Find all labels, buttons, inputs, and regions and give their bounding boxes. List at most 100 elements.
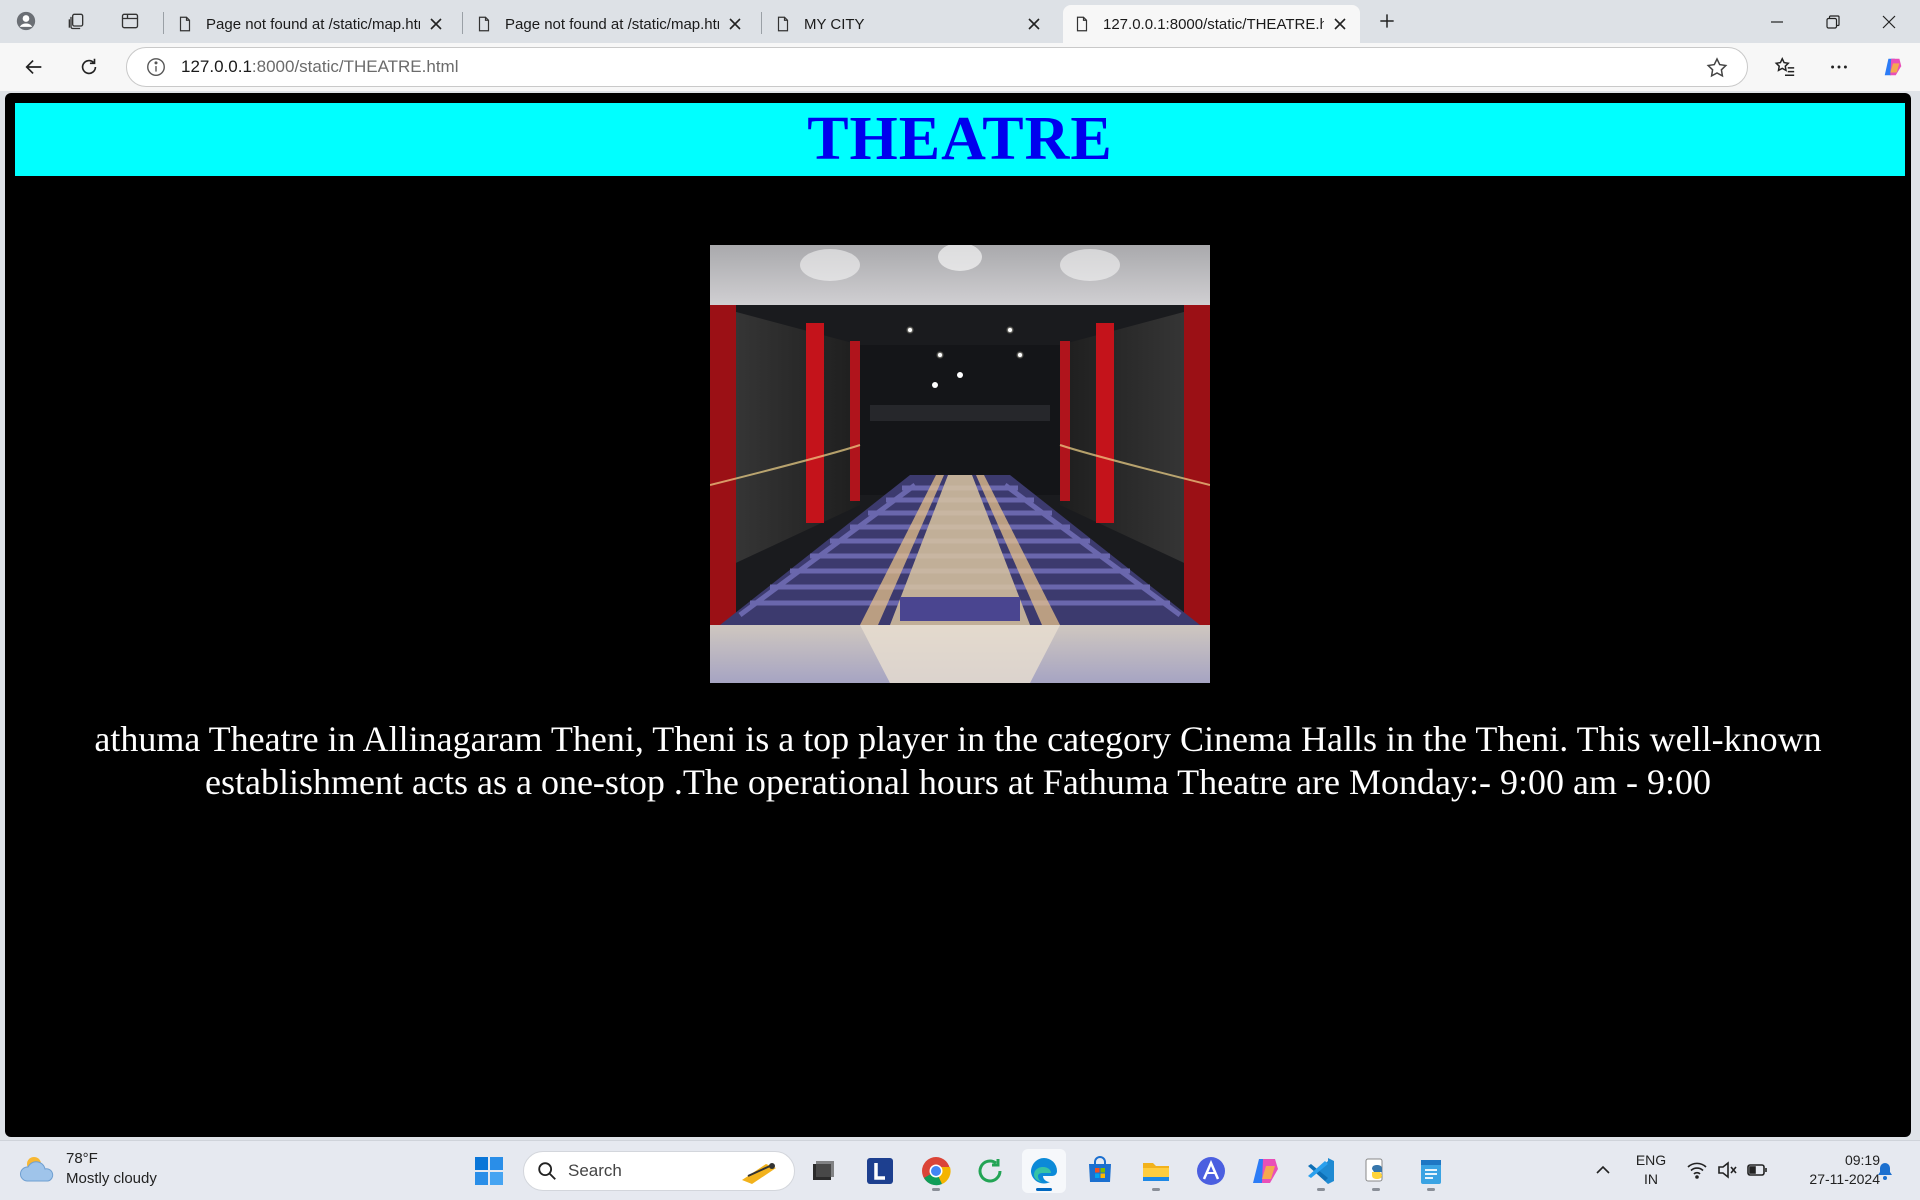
taskbar-app-store[interactable] <box>1078 1149 1122 1193</box>
heading-banner: THEATRE <box>15 103 1905 176</box>
page-icon <box>179 16 191 32</box>
search-label: Search <box>568 1161 622 1180</box>
edge-icon <box>1031 1158 1057 1184</box>
start-button[interactable] <box>467 1149 511 1193</box>
file-explorer-icon <box>1143 1163 1169 1181</box>
restore-icon <box>1826 14 1840 29</box>
tab-page-not-found-1[interactable]: Page not found at /static/map.htm <box>166 5 456 43</box>
tab-actions-button[interactable] <box>114 6 146 36</box>
cloudy-weather-icon <box>20 1157 54 1182</box>
copilot-button[interactable] <box>1875 49 1911 85</box>
new-tab-button[interactable] <box>1371 6 1403 36</box>
taskbar: 78°F Mostly cloudy Search ENG IN 09:19 2… <box>0 1140 1920 1200</box>
tab-my-city[interactable]: MY CITY <box>764 5 1054 43</box>
copilot-icon <box>1253 1159 1278 1183</box>
more-dots-icon <box>1831 65 1847 69</box>
tab-close-button[interactable] <box>426 14 446 34</box>
url-path: :8000/static/THEATRE.html <box>251 57 459 76</box>
language-indicator[interactable]: ENG IN <box>1628 1151 1674 1189</box>
close-icon <box>430 18 442 30</box>
profile-icon <box>16 11 36 31</box>
language-line1: ENG <box>1635 1152 1667 1168</box>
tab-separator <box>761 12 762 34</box>
running-indicator <box>1372 1188 1380 1191</box>
weather-temp: 78°F <box>66 1150 98 1167</box>
theatre-description: athuma Theatre in Allinagaram Theni, The… <box>94 719 1822 802</box>
taskbar-app-vscode[interactable] <box>1299 1149 1343 1193</box>
workspaces-icon <box>68 13 84 30</box>
taskbar-app-python[interactable] <box>1354 1149 1398 1193</box>
store-icon <box>1089 1156 1111 1182</box>
show-hidden-icons-chevron-icon[interactable] <box>1592 1159 1614 1181</box>
tab-title: Page not found at /static/map.htm <box>505 15 719 33</box>
page-title: THEATRE <box>807 105 1113 173</box>
browser-toolbar: 127.0.0.1:8000/static/THEATRE.html <box>0 43 1920 91</box>
back-button[interactable] <box>16 49 52 85</box>
speaker-muted-icon[interactable] <box>1716 1159 1738 1181</box>
file-manager-icon <box>813 1161 834 1180</box>
url-host: 127.0.0.1 <box>181 57 252 76</box>
clock-time: 09:19 <box>1844 1152 1880 1168</box>
taskbar-app-affinity[interactable] <box>1189 1149 1233 1193</box>
refresh-app-icon <box>978 1159 1002 1183</box>
info-icon[interactable] <box>145 56 167 78</box>
tab-title: MY CITY <box>804 15 865 33</box>
tab-close-button[interactable] <box>1330 14 1350 34</box>
notepad-icon <box>1421 1160 1441 1184</box>
python-icon <box>1365 1158 1383 1182</box>
restore-button[interactable] <box>1805 0 1861 43</box>
more-options-button[interactable] <box>1821 49 1857 85</box>
url-text[interactable]: 127.0.0.1:8000/static/THEATRE.html <box>181 57 459 77</box>
tab-title: 127.0.0.1:8000/static/THEATRE.htm <box>1103 15 1324 33</box>
chrome-icon <box>922 1157 951 1186</box>
theatre-image <box>710 245 1210 683</box>
affinity-icon <box>1197 1157 1225 1185</box>
tab-close-button[interactable] <box>725 14 745 34</box>
wifi-icon[interactable] <box>1686 1159 1708 1181</box>
taskbar-app-l[interactable] <box>858 1149 902 1193</box>
favorites-icon <box>1774 57 1795 76</box>
minimize-icon <box>1771 20 1783 23</box>
running-indicator <box>1317 1188 1325 1191</box>
notification-bell-icon[interactable] <box>1874 1160 1896 1182</box>
close-icon <box>1334 18 1346 30</box>
search-highlight-icon <box>742 1163 776 1184</box>
search-icon <box>538 1162 556 1180</box>
taskbar-app-notepad[interactable] <box>1409 1149 1453 1193</box>
taskbar-app-edge[interactable] <box>1022 1149 1066 1193</box>
weather-widget[interactable]: 78°F Mostly cloudy <box>18 1149 157 1189</box>
copilot-icon <box>1884 58 1902 76</box>
page-icon <box>478 16 490 32</box>
weather-condition: Mostly cloudy <box>66 1170 157 1187</box>
favorite-star-icon[interactable] <box>1705 56 1729 80</box>
battery-icon[interactable] <box>1746 1159 1768 1181</box>
tab-title: Page not found at /static/map.htm <box>206 15 420 33</box>
weather-text: 78°F Mostly cloudy <box>66 1149 157 1189</box>
taskbar-app-files[interactable] <box>801 1149 845 1193</box>
taskbar-search[interactable]: Search <box>523 1151 795 1191</box>
favorites-button[interactable] <box>1767 49 1803 85</box>
close-window-button[interactable] <box>1861 0 1917 43</box>
running-indicator <box>932 1188 940 1191</box>
tab-page-not-found-2[interactable]: Page not found at /static/map.htm <box>465 5 755 43</box>
address-bar[interactable]: 127.0.0.1:8000/static/THEATRE.html <box>126 47 1748 87</box>
tab-separator <box>163 12 164 34</box>
tab-close-button[interactable] <box>1024 14 1044 34</box>
taskbar-app-sync[interactable] <box>968 1149 1012 1193</box>
tab-actions-icon <box>121 13 139 29</box>
back-arrow-icon <box>25 59 42 75</box>
tab-theatre[interactable]: 127.0.0.1:8000/static/THEATRE.htm <box>1063 5 1360 43</box>
taskbar-app-copilot[interactable] <box>1244 1149 1288 1193</box>
vscode-icon <box>1308 1158 1334 1184</box>
plus-icon <box>1380 14 1394 28</box>
tab-separator <box>462 12 463 34</box>
taskbar-app-chrome[interactable] <box>914 1149 958 1193</box>
reload-button[interactable] <box>71 49 107 85</box>
workspaces-button[interactable] <box>60 6 92 36</box>
clock[interactable]: 09:19 27-11-2024 <box>1780 1151 1880 1189</box>
page-icon <box>777 16 789 32</box>
profile-button[interactable] <box>10 6 42 36</box>
minimize-button[interactable] <box>1749 0 1805 43</box>
taskbar-app-explorer[interactable] <box>1134 1149 1178 1193</box>
running-indicator <box>1152 1188 1160 1191</box>
